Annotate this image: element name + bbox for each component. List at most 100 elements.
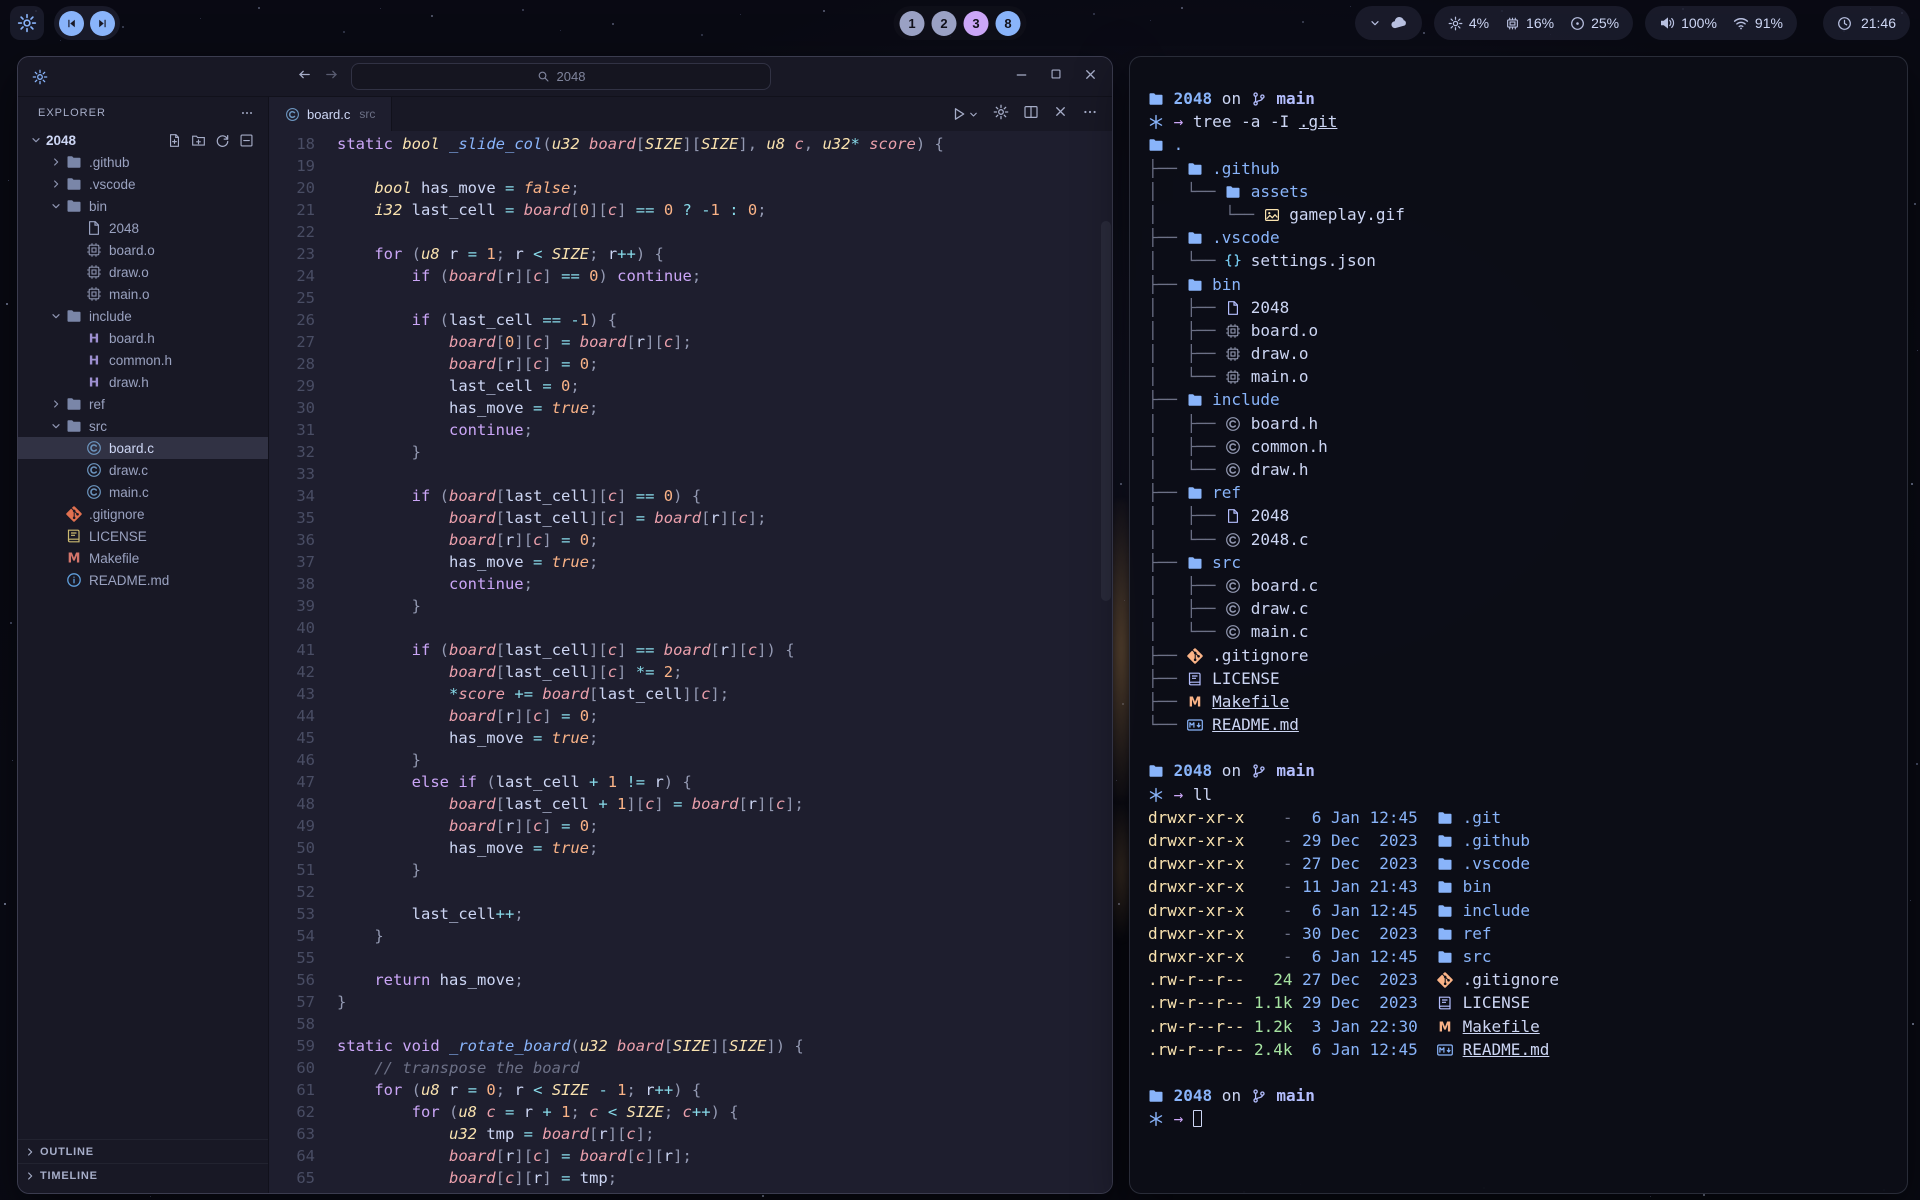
explorer-item-.github[interactable]: .github <box>18 151 268 173</box>
split-editor-button[interactable] <box>1023 104 1039 125</box>
settings-gear-button[interactable] <box>993 104 1009 125</box>
chevron-spacer <box>66 486 86 498</box>
code-line: 51 } <box>269 859 1112 881</box>
code-line: 30 has_move = true; <box>269 397 1112 419</box>
workspace-1[interactable]: 1 <box>900 11 925 36</box>
more-actions-button[interactable] <box>1082 104 1098 125</box>
image-icon <box>1264 207 1280 223</box>
terminal-text: . <box>1164 135 1183 154</box>
terminal-text: drwxr-xr-x <box>1148 924 1244 943</box>
explorer-item-LICENSE[interactable]: LICENSE <box>18 525 268 547</box>
explorer-item-draw.c[interactable]: draw.c <box>18 459 268 481</box>
terminal-text: - <box>1244 831 1292 850</box>
skip-previous-icon <box>66 18 77 29</box>
split-editor-icon <box>1023 104 1039 120</box>
terminal-text: 2.4k <box>1244 1040 1292 1059</box>
folder-icon <box>1148 763 1164 779</box>
nav-forward-button[interactable] <box>324 67 339 87</box>
terminal-text: LICENSE <box>1453 993 1530 1012</box>
terminal-line: │ ├── 2048 <box>1148 504 1889 527</box>
launcher-button[interactable] <box>10 6 44 40</box>
refresh-explorer-button[interactable] <box>215 133 230 148</box>
nav-back-button[interactable] <box>297 67 312 87</box>
timeline-section[interactable]: TIMELINE <box>18 1163 268 1187</box>
terminal-text: include <box>1453 901 1530 920</box>
editor-scrollbar[interactable] <box>1101 221 1111 601</box>
run-file-button[interactable] <box>951 106 979 122</box>
new-folder-button[interactable] <box>191 133 206 148</box>
code-line: 33 <box>269 463 1112 485</box>
maximize-button[interactable] <box>1049 67 1063 86</box>
collapse-folders-button[interactable] <box>239 133 254 148</box>
explorer-item-include[interactable]: include <box>18 305 268 327</box>
new-file-button[interactable] <box>167 133 182 148</box>
explorer-item-.gitignore[interactable]: .gitignore <box>18 503 268 525</box>
close-button[interactable] <box>1083 67 1098 87</box>
terminal-text: .rw-r--r-- <box>1148 970 1244 989</box>
explorer-item-draw.o[interactable]: draw.o <box>18 261 268 283</box>
explorer-item-main.o[interactable]: main.o <box>18 283 268 305</box>
workspace-8[interactable]: 8 <box>996 11 1021 36</box>
explorer-item-common.h[interactable]: Hcommon.h <box>18 349 268 371</box>
media-prev-button[interactable] <box>59 11 84 36</box>
explorer-item-draw.h[interactable]: Hdraw.h <box>18 371 268 393</box>
explorer-item-board.h[interactable]: Hboard.h <box>18 327 268 349</box>
workspace-3[interactable]: 3 <box>964 11 989 36</box>
close-editor-button[interactable] <box>1053 104 1068 124</box>
clock-widget[interactable]: 21:46 <box>1823 6 1910 40</box>
explorer-tree: .github .vscode bin2048board.odraw.omain.o… <box>18 151 268 591</box>
git-icon <box>1437 972 1453 988</box>
explorer-item-2048[interactable]: 2048 <box>18 217 268 239</box>
explorer-item-label: .vscode <box>89 177 136 192</box>
terminal-text: LICENSE <box>1203 669 1280 688</box>
obj-icon <box>86 286 102 302</box>
outline-section[interactable]: OUTLINE <box>18 1139 268 1163</box>
explorer-item-.vscode[interactable]: .vscode <box>18 173 268 195</box>
terminal-text: ll <box>1183 785 1212 804</box>
terminal-text: main <box>1276 761 1315 780</box>
explorer-item-src[interactable]: src <box>18 415 268 437</box>
explorer-item-board.c[interactable]: board.c <box>18 437 268 459</box>
command-center[interactable]: 2048 <box>351 63 771 90</box>
close-icon <box>1083 67 1098 82</box>
explorer-item-README.md[interactable]: README.md <box>18 569 268 591</box>
explorer-root[interactable]: 2048 <box>18 129 268 151</box>
code-line: 59static void _rotate_board(u32 board[SI… <box>269 1035 1112 1057</box>
workspace-2[interactable]: 2 <box>932 11 957 36</box>
code-line: 58 <box>269 1013 1112 1035</box>
media-next-button[interactable] <box>90 11 115 36</box>
explorer-item-Makefile[interactable]: MMakefile <box>18 547 268 569</box>
line-number: 40 <box>269 617 315 639</box>
terminal-text: │ └── <box>1148 205 1264 224</box>
minimize-button[interactable] <box>1014 67 1029 87</box>
editor-titlebar[interactable]: 2048 <box>18 57 1112 97</box>
terminal-text: draw.o <box>1241 344 1308 363</box>
code-line: 56 return has_move; <box>269 969 1112 991</box>
terminal-text: - <box>1244 901 1292 920</box>
explorer-item-main.c[interactable]: main.c <box>18 481 268 503</box>
explorer-item-bin[interactable]: bin <box>18 195 268 217</box>
terminal-window[interactable]: 2048 on main → tree -a -I .git .├── .git… <box>1129 56 1908 1194</box>
terminal-text: .github <box>1203 159 1280 178</box>
terminal-line: ├── LICENSE <box>1148 667 1889 690</box>
audio-network-widget[interactable]: 100% 91% <box>1645 6 1797 40</box>
code-editor[interactable]: 18static bool _slide_col(u32 board[SIZE]… <box>269 131 1112 1193</box>
terminal-text: 30 Dec 2023 <box>1293 924 1418 943</box>
md-icon <box>1437 1042 1453 1058</box>
system-stats[interactable]: 4% 16% 25% <box>1434 6 1633 40</box>
code-line: 34 if (board[last_cell][c] == 0) { <box>269 485 1112 507</box>
mfile-icon: M <box>66 550 82 566</box>
folder-icon <box>66 176 82 192</box>
chevron-spacer <box>66 376 86 388</box>
weather-widget[interactable] <box>1355 6 1422 40</box>
tab-board-c[interactable]: board.c src <box>269 97 392 131</box>
explorer-item-board.o[interactable]: board.o <box>18 239 268 261</box>
clock-icon <box>1837 16 1852 31</box>
line-number: 54 <box>269 925 315 947</box>
code-line: 61 for (u8 r = 0; r < SIZE - 1; r++) { <box>269 1079 1112 1101</box>
cletter-icon <box>1225 439 1241 455</box>
explorer-item-ref[interactable]: ref <box>18 393 268 415</box>
folder-icon <box>1437 926 1453 942</box>
explorer-more-button[interactable] <box>240 106 254 120</box>
line-number: 32 <box>269 441 315 463</box>
